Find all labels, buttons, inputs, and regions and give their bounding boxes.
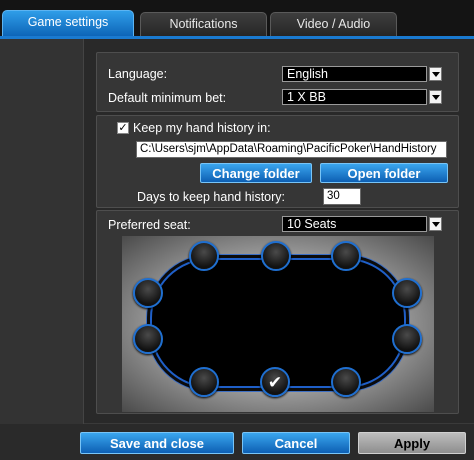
apply-button[interactable]: Apply (358, 432, 466, 454)
save-and-close-button[interactable]: Save and close (80, 432, 234, 454)
open-folder-button[interactable]: Open folder (320, 163, 448, 183)
days-label: Days to keep hand history: (137, 190, 285, 204)
chevron-down-icon[interactable] (429, 90, 442, 104)
history-path-field[interactable]: C:\Users\sjm\AppData\Roaming\PacificPoke… (136, 141, 447, 158)
min-bet-label: Default minimum bet: (108, 91, 227, 105)
keep-history-label: Keep my hand history in: (133, 121, 271, 135)
seat-2[interactable] (261, 241, 291, 271)
change-folder-button[interactable]: Change folder (200, 163, 312, 183)
seat-1[interactable] (189, 241, 219, 271)
seat-9[interactable] (133, 324, 163, 354)
chevron-down-icon[interactable] (429, 67, 442, 81)
tab-game-settings[interactable]: Game settings (2, 10, 134, 37)
min-bet-select[interactable]: 1 X BB (282, 89, 427, 105)
keep-history-checkbox[interactable]: ✓ (117, 122, 129, 134)
seat-3[interactable] (331, 241, 361, 271)
left-panel (0, 39, 84, 424)
chevron-down-icon[interactable] (429, 217, 442, 231)
seat-8[interactable] (189, 367, 219, 397)
language-label: Language: (108, 67, 168, 81)
cancel-button[interactable]: Cancel (242, 432, 350, 454)
seat-5[interactable] (392, 324, 422, 354)
checkmark-icon: ✓ (118, 122, 128, 134)
preferred-seat-label: Preferred seat: (108, 218, 191, 232)
language-select[interactable]: English (282, 66, 427, 82)
seat-6[interactable] (331, 367, 361, 397)
checkmark-icon: ✔ (267, 373, 283, 392)
seat-7-selected[interactable]: ✔ (260, 367, 290, 397)
tab-notifications[interactable]: Notifications (140, 12, 267, 36)
preferred-seat-select[interactable]: 10 Seats (282, 216, 427, 232)
tab-video-audio[interactable]: Video / Audio (270, 12, 397, 36)
days-input[interactable]: 30 (323, 188, 361, 205)
seat-4[interactable] (392, 278, 422, 308)
seat-10[interactable] (133, 278, 163, 308)
